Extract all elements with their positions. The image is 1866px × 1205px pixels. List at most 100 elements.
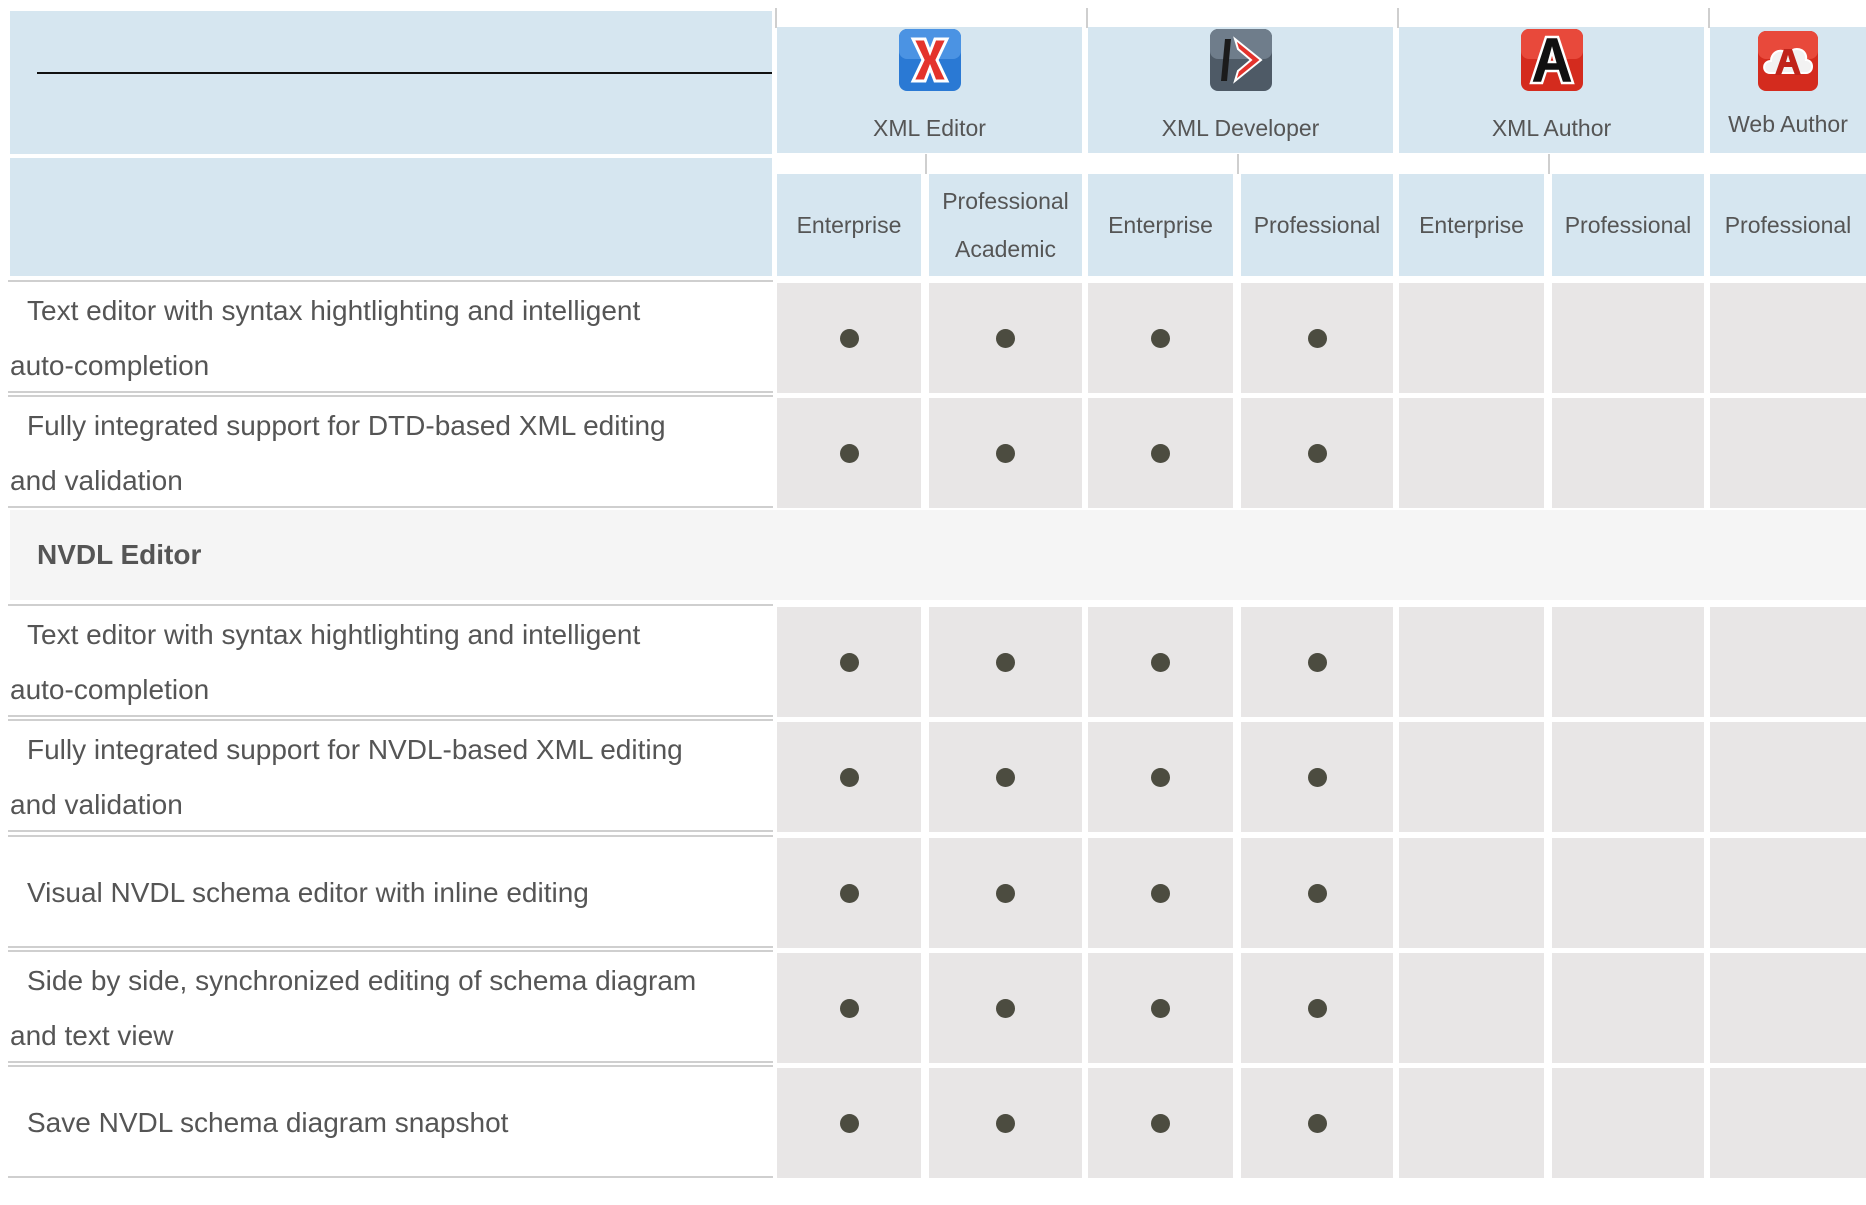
header-left-top bbox=[10, 11, 772, 154]
support-cell bbox=[777, 722, 921, 832]
xml-developer-icon bbox=[1208, 27, 1274, 93]
feature-text-line: and text view bbox=[10, 1020, 174, 1051]
support-cell bbox=[929, 1068, 1082, 1178]
supported-dot-icon bbox=[1151, 328, 1170, 348]
supported-dot-icon bbox=[1307, 652, 1327, 672]
supported-dot-icon bbox=[996, 652, 1015, 672]
column-divider bbox=[775, 8, 777, 28]
feature-text-line: Visual NVDL schema editor with inline ed… bbox=[27, 877, 589, 908]
support-cell bbox=[1552, 398, 1704, 508]
header-divider-line bbox=[37, 72, 772, 74]
support-cell bbox=[1241, 953, 1393, 1063]
edition-label: Enterprise bbox=[796, 212, 902, 238]
supported-dot-icon bbox=[839, 443, 859, 463]
edition-label: Professional bbox=[942, 188, 1069, 214]
support-cell bbox=[1710, 953, 1866, 1063]
support-cell bbox=[777, 1068, 921, 1178]
product-header-xml-developer[interactable]: XML Developer bbox=[1088, 27, 1393, 153]
row-separator bbox=[8, 604, 773, 606]
supported-dot-icon bbox=[1151, 652, 1170, 672]
support-cell bbox=[1399, 722, 1544, 832]
support-cell bbox=[1710, 722, 1866, 832]
product-name: XML Author bbox=[1491, 115, 1612, 141]
support-cell bbox=[1241, 607, 1393, 717]
header-left-bottom bbox=[10, 158, 772, 276]
support-cell bbox=[777, 838, 921, 948]
column-divider bbox=[1086, 8, 1088, 28]
product-name: XML Developer bbox=[1161, 115, 1320, 141]
edition-header: Professional bbox=[1552, 174, 1704, 276]
column-divider bbox=[1397, 8, 1399, 28]
supported-dot-icon bbox=[839, 1113, 859, 1133]
support-cell bbox=[1088, 953, 1233, 1063]
supported-dot-icon bbox=[839, 767, 859, 787]
support-cell bbox=[1710, 398, 1866, 508]
edition-header: Enterprise bbox=[1399, 174, 1544, 276]
support-cell bbox=[1088, 398, 1233, 508]
support-cell bbox=[1399, 838, 1544, 948]
supported-dot-icon bbox=[1151, 883, 1170, 903]
support-cell bbox=[1552, 607, 1704, 717]
support-cell bbox=[1399, 953, 1544, 1063]
support-cell bbox=[1552, 953, 1704, 1063]
support-cell bbox=[1710, 283, 1866, 393]
supported-dot-icon bbox=[1151, 443, 1170, 463]
section-header: NVDL Editor bbox=[10, 510, 1866, 600]
column-divider bbox=[1237, 154, 1239, 174]
xml-editor-icon bbox=[897, 27, 963, 93]
feature-text-line: Text editor with syntax hightlighting an… bbox=[27, 619, 641, 650]
feature-text-line: Side by side, synchronized editing of sc… bbox=[27, 965, 697, 996]
supported-dot-icon bbox=[996, 1113, 1015, 1133]
feature-description: Fully integrated support for NVDL-based … bbox=[0, 722, 772, 832]
support-cell bbox=[1399, 283, 1544, 393]
support-cell bbox=[1710, 607, 1866, 717]
row-separator bbox=[8, 835, 773, 837]
support-cell bbox=[1088, 607, 1233, 717]
row-separator bbox=[8, 280, 773, 282]
feature-description: Save NVDL schema diagram snapshot bbox=[0, 1095, 772, 1205]
supported-dot-icon bbox=[839, 998, 859, 1018]
feature-text-line: Fully integrated support for DTD-based X… bbox=[27, 410, 666, 441]
feature-description: Side by side, synchronized editing of sc… bbox=[0, 953, 772, 1063]
support-cell bbox=[1710, 838, 1866, 948]
edition-label: Professional bbox=[1724, 212, 1852, 238]
row-separator bbox=[8, 719, 773, 721]
supported-dot-icon bbox=[1307, 767, 1327, 787]
supported-dot-icon bbox=[1307, 883, 1327, 903]
section-title: NVDL Editor bbox=[37, 539, 202, 570]
supported-dot-icon bbox=[1307, 328, 1327, 348]
edition-header: Professional bbox=[1710, 174, 1866, 276]
support-cell bbox=[1399, 607, 1544, 717]
web-author-icon bbox=[1756, 29, 1820, 93]
product-header-xml-author[interactable]: XML Author bbox=[1399, 27, 1704, 153]
support-cell bbox=[929, 398, 1082, 508]
product-header-web-author[interactable]: Web Author bbox=[1710, 27, 1866, 153]
support-cell bbox=[1241, 283, 1393, 393]
support-cell bbox=[929, 722, 1082, 832]
supported-dot-icon bbox=[1307, 1113, 1327, 1133]
support-cell bbox=[777, 953, 921, 1063]
support-cell bbox=[1241, 722, 1393, 832]
column-divider bbox=[1548, 154, 1550, 174]
supported-dot-icon bbox=[1151, 998, 1170, 1018]
feature-text-line: auto-completion bbox=[10, 674, 210, 705]
supported-dot-icon bbox=[996, 998, 1015, 1018]
feature-text-line: and validation bbox=[10, 465, 183, 496]
support-cell bbox=[1552, 283, 1704, 393]
support-cell bbox=[929, 607, 1082, 717]
edition-header: Professional bbox=[1241, 174, 1393, 276]
row-separator bbox=[8, 395, 773, 397]
supported-dot-icon bbox=[996, 883, 1015, 903]
row-separator bbox=[8, 950, 773, 952]
support-cell bbox=[1241, 398, 1393, 508]
product-header-xml-editor[interactable]: XML Editor bbox=[777, 27, 1082, 153]
supported-dot-icon bbox=[1307, 443, 1327, 463]
support-cell bbox=[1710, 1068, 1866, 1178]
supported-dot-icon bbox=[839, 652, 859, 672]
supported-dot-icon bbox=[1307, 998, 1327, 1018]
supported-dot-icon bbox=[996, 767, 1015, 787]
supported-dot-icon bbox=[996, 443, 1015, 463]
column-divider bbox=[925, 154, 927, 174]
feature-text-line: Fully integrated support for NVDL-based … bbox=[27, 734, 683, 765]
edition-header: Enterprise bbox=[1088, 174, 1233, 276]
